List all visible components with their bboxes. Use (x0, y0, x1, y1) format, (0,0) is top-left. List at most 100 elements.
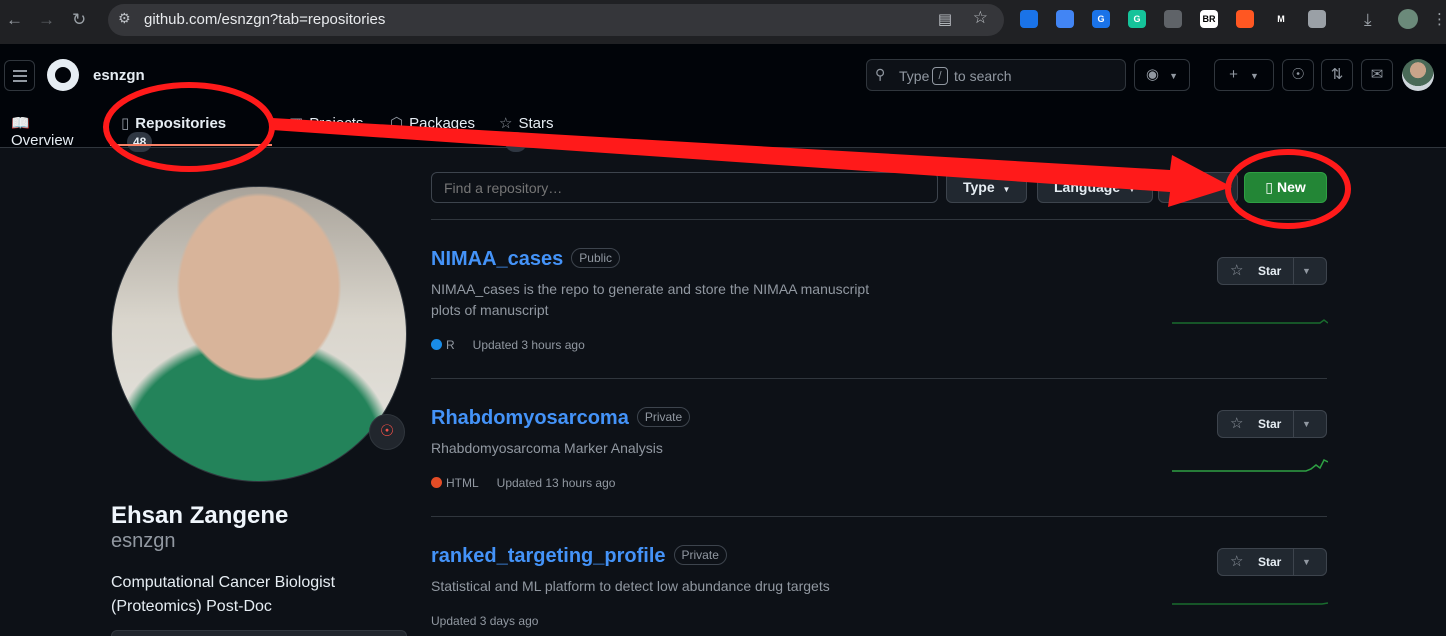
star-button[interactable]: ☆ Star ▼ (1217, 257, 1327, 285)
puzzle-icon[interactable] (1308, 10, 1326, 28)
profile-login: esnzgn (111, 530, 176, 552)
tab-label: Repositories (135, 115, 227, 132)
star-label: Star (1258, 264, 1282, 278)
chevron-down-icon[interactable]: ▼ (1302, 549, 1311, 575)
repo-description: Rhabdomyosarcoma Marker Analysis (431, 440, 663, 456)
chevron-down-icon: ▼ (1250, 71, 1259, 81)
repo-item-name[interactable]: NIMAA_cases Public (431, 248, 620, 271)
table-icon: ▦ (289, 115, 304, 132)
divider (431, 378, 1327, 379)
activity-sparkline (1172, 602, 1328, 605)
search-placeholder-rest: to search (954, 68, 1012, 84)
updated-time: Updated 3 days ago (431, 614, 539, 628)
repo-count-badge: 48 (127, 132, 153, 152)
type-filter-label: Type (963, 179, 995, 195)
new-repository-button[interactable]: ▯ New (1244, 172, 1327, 203)
site-settings-icon[interactable]: ⚙ (118, 10, 131, 27)
activity-sparkline (1172, 319, 1328, 324)
active-tab-underline (110, 144, 272, 146)
search-shortcut-key: / (932, 67, 948, 85)
package-icon: ⬡ (390, 115, 404, 132)
extension-8-icon[interactable]: M (1272, 10, 1290, 28)
book-icon: 📖 (11, 115, 30, 132)
stars-count-badge: 4 (505, 132, 527, 152)
github-header: esnzgn ⚲ Type / to search ◉ ▼ + ▼ ☉ ⇅ ✉ … (0, 44, 1446, 152)
hamburger-menu-icon[interactable] (4, 60, 35, 91)
pull-requests-icon[interactable]: ⇅ (1321, 59, 1353, 91)
sort-filter-button[interactable] (1158, 172, 1238, 203)
extension-2-icon[interactable] (1056, 10, 1074, 28)
address-bar[interactable]: ⚙ github.com/esnzgn?tab=repositories ▤ ☆ (108, 4, 1004, 36)
language-color-dot (431, 477, 442, 488)
type-filter-button[interactable]: Type ▼ (946, 172, 1028, 203)
tab-projects[interactable]: ▦ Projects (289, 114, 363, 132)
create-new-button[interactable]: + ▼ (1214, 59, 1274, 91)
github-logo-icon[interactable] (47, 59, 79, 91)
repo-icon: ▯ (1265, 179, 1273, 195)
star-icon: ☆ (1230, 415, 1244, 432)
chevron-down-icon: ▼ (1169, 71, 1179, 81)
chevron-down-icon: ▼ (1128, 185, 1136, 194)
repo-meta: HTML Updated 13 hours ago (431, 476, 615, 490)
profile-full-name: Ehsan Zangene (111, 502, 289, 529)
extension-5-icon[interactable] (1164, 10, 1182, 28)
reload-icon[interactable]: ↻ (72, 10, 86, 30)
status-emoji-button[interactable]: ☉ (369, 414, 405, 450)
star-button[interactable]: ☆ Star ▼ (1217, 548, 1327, 576)
profile-avatar[interactable] (111, 186, 407, 482)
tab-label: Packages (409, 115, 475, 132)
tab-stars[interactable]: ☆ Stars4 (499, 114, 553, 152)
user-avatar[interactable] (1402, 59, 1434, 91)
chevron-down-icon: ▼ (1002, 185, 1011, 194)
repo-item-name[interactable]: Rhabdomyosarcoma Private (431, 407, 691, 430)
search-input[interactable]: ⚲ Type / to search (866, 59, 1126, 91)
repo-description: Statistical and ML platform to detect lo… (431, 578, 830, 594)
language-name: R (446, 338, 455, 352)
profile-bio: Computational Cancer Biologist (Proteomi… (111, 574, 336, 615)
bookmark-star-icon[interactable]: ☆ (973, 8, 988, 28)
tab-packages[interactable]: ⬡ Packages (390, 114, 475, 132)
install-app-icon[interactable]: ▤ (938, 10, 952, 28)
url-text[interactable]: github.com/esnzgn?tab=repositories (144, 11, 385, 28)
browser-menu-icon[interactable]: ⋮ (1432, 10, 1446, 28)
star-icon: ☆ (499, 115, 513, 132)
repo-name-link[interactable]: ranked_targeting_profile (431, 545, 666, 567)
divider (431, 219, 1327, 220)
star-icon: ☆ (1230, 262, 1244, 279)
edit-profile-button[interactable] (111, 630, 407, 636)
issues-icon[interactable]: ☉ (1282, 59, 1314, 91)
tab-label: Projects (309, 115, 364, 132)
extension-br-icon[interactable]: BR (1200, 10, 1218, 28)
google-translate-icon[interactable]: G (1092, 10, 1110, 28)
language-filter-button[interactable]: Language ▼ (1037, 172, 1153, 203)
star-button[interactable]: ☆ Star ▼ (1217, 410, 1327, 438)
activity-sparkline (1172, 458, 1328, 472)
language-color-dot (431, 339, 442, 350)
extension-1-icon[interactable] (1020, 10, 1038, 28)
header-username[interactable]: esnzgn (93, 67, 145, 84)
copilot-button[interactable]: ◉ ▼ (1134, 59, 1190, 91)
updated-time: Updated 3 hours ago (472, 338, 585, 352)
extension-7-icon[interactable] (1236, 10, 1254, 28)
dart-icon: ☉ (379, 423, 395, 440)
language-filter-label: Language (1054, 179, 1121, 195)
find-repository-input[interactable] (431, 172, 938, 203)
forward-arrow-icon[interactable]: → (38, 10, 55, 30)
chevron-down-icon[interactable]: ▼ (1302, 411, 1311, 437)
new-button-label: New (1276, 179, 1306, 195)
repo-item-name[interactable]: ranked_targeting_profile Private (431, 545, 727, 568)
chevron-down-icon[interactable]: ▼ (1302, 258, 1311, 284)
tab-repositories[interactable]: ▯ Repositories48 (121, 114, 226, 152)
repo-name-link[interactable]: Rhabdomyosarcoma (431, 407, 629, 429)
copilot-icon: ◉ (1145, 66, 1159, 83)
repo-name-link[interactable]: NIMAA_cases (431, 248, 563, 270)
browser-profile-avatar[interactable] (1398, 9, 1418, 29)
tab-label: Overview (11, 132, 74, 149)
browser-toolbar: ← → ↻ ⚙ github.com/esnzgn?tab=repositori… (0, 0, 1446, 44)
back-arrow-icon[interactable]: ← (6, 10, 23, 30)
inbox-icon[interactable]: ✉ (1361, 59, 1393, 91)
grammarly-icon[interactable]: G (1128, 10, 1146, 28)
search-icon: ⚲ (875, 66, 886, 82)
downloads-icon[interactable]: ⤓ (1364, 10, 1372, 30)
tab-overview[interactable]: 📖Overview (11, 114, 74, 149)
